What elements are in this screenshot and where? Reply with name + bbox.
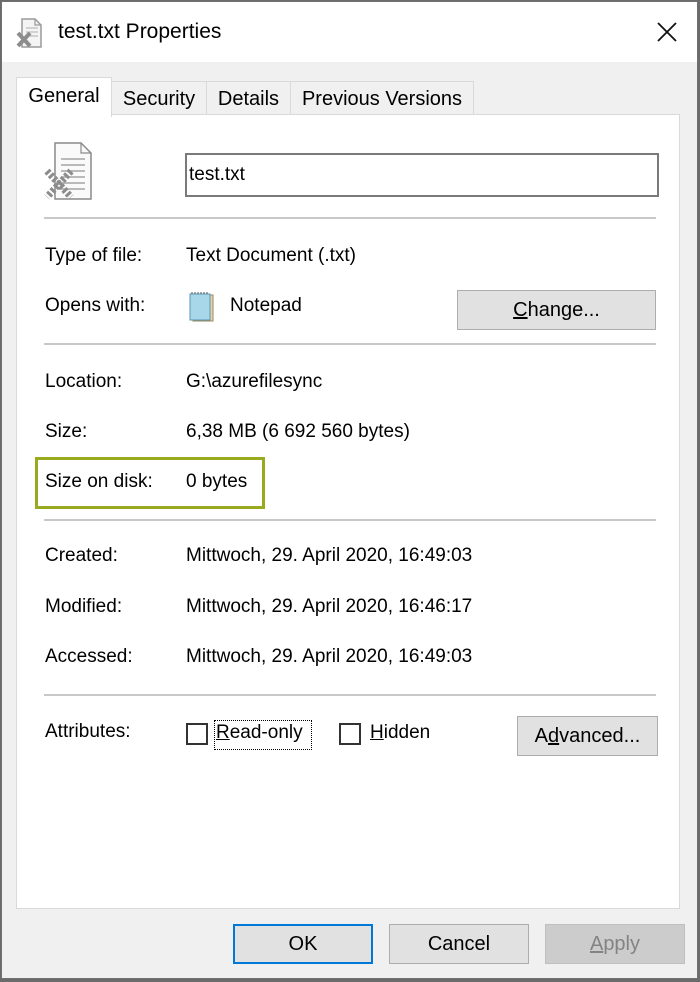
size-on-disk-value: 0 bytes	[186, 471, 248, 492]
accessed-label: Accessed:	[45, 646, 133, 667]
close-icon	[657, 22, 677, 42]
attributes-label: Attributes:	[45, 721, 131, 742]
file-offline-icon	[16, 18, 44, 48]
apply-button[interactable]: Apply	[545, 924, 685, 964]
size-label: Size:	[45, 421, 88, 442]
created-label: Created:	[45, 545, 118, 566]
window-title: test.txt Properties	[58, 20, 222, 43]
separator	[44, 343, 656, 345]
size-on-disk-label: Size on disk:	[45, 471, 153, 492]
opens-with-label: Opens with:	[45, 295, 146, 316]
separator	[44, 694, 656, 696]
size-value: 6,38 MB (6 692 560 bytes)	[186, 421, 410, 442]
location-label: Location:	[45, 371, 123, 392]
properties-dialog: test.txt Properties General Security Det…	[1, 1, 698, 979]
hidden-label[interactable]: Hidden	[370, 722, 430, 744]
tab-previous-versions[interactable]: Previous Versions	[290, 81, 474, 115]
type-of-file-value: Text Document (.txt)	[186, 245, 356, 266]
hidden-checkbox[interactable]	[339, 723, 361, 745]
created-value: Mittwoch, 29. April 2020, 16:49:03	[186, 545, 473, 566]
read-only-label[interactable]: Read-only	[216, 722, 303, 744]
tab-security[interactable]: Security	[111, 81, 207, 115]
change-button-label: Change...	[513, 298, 600, 321]
modified-label: Modified:	[45, 596, 123, 617]
tab-general[interactable]: General	[16, 77, 112, 117]
close-button[interactable]	[637, 2, 697, 62]
read-only-checkbox[interactable]	[186, 723, 208, 745]
title-bar: test.txt Properties	[2, 2, 697, 62]
location-value: G:\azurefilesync	[186, 371, 323, 392]
opens-with-value: Notepad	[230, 295, 302, 316]
tab-details[interactable]: Details	[206, 81, 291, 115]
accessed-value: Mittwoch, 29. April 2020, 16:49:03	[186, 646, 473, 667]
type-of-file-label: Type of file:	[45, 245, 143, 266]
change-button[interactable]: Change...	[457, 290, 656, 330]
notepad-icon	[187, 291, 217, 323]
apply-button-label: Apply	[589, 932, 641, 955]
cancel-button[interactable]: Cancel	[389, 924, 529, 964]
file-name-input[interactable]	[185, 153, 659, 197]
separator	[44, 217, 656, 219]
ok-button[interactable]: OK	[233, 924, 373, 964]
text-file-offline-icon	[41, 141, 97, 201]
advanced-button-label: Advanced...	[534, 724, 641, 747]
separator	[44, 519, 656, 521]
general-tab-panel: Type of file: Text Document (.txt) Opens…	[16, 114, 680, 909]
modified-value: Mittwoch, 29. April 2020, 16:46:17	[186, 596, 473, 617]
advanced-button[interactable]: Advanced...	[517, 716, 658, 756]
